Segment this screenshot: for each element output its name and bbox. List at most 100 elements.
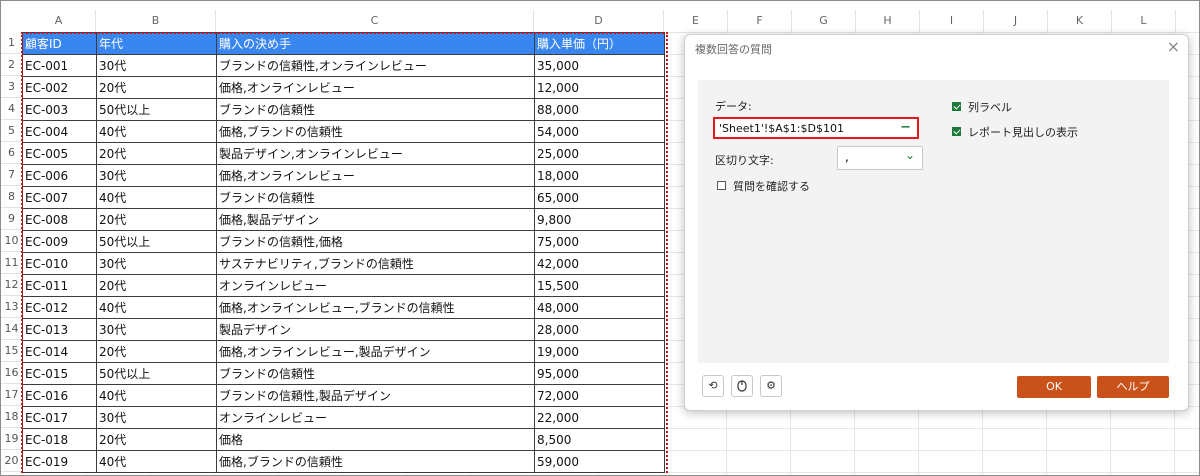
table-cell[interactable]: 20代 [96,274,217,297]
table-cell[interactable]: EC-007 [22,186,97,209]
mouse-icon[interactable] [731,375,753,397]
column-label-checkbox[interactable] [952,102,961,111]
table-cell[interactable]: EC-002 [22,76,97,99]
table-cell[interactable]: EC-015 [22,362,97,385]
help-button[interactable]: ヘルプ [1097,376,1169,398]
table-cell[interactable]: 30代 [96,406,217,429]
table-cell[interactable]: ブランドの信頼性,価格 [216,230,535,253]
table-cell[interactable]: 18,000 [534,164,665,187]
table-cell[interactable]: 40代 [96,120,217,143]
separator-select[interactable]: , ⌄ [837,146,923,170]
row-header-9[interactable]: 9 [1,208,22,230]
table-cell[interactable]: 価格,ブランドの信頼性 [216,120,535,143]
table-cell[interactable]: サステナビリティ,ブランドの信頼性 [216,252,535,275]
table-cell[interactable]: 20代 [96,142,217,165]
row-header-6[interactable]: 6 [1,142,22,164]
table-cell[interactable]: EC-010 [22,252,97,275]
table-cell[interactable]: オンラインレビュー [216,274,535,297]
header-cell[interactable]: 顧客ID [22,32,97,55]
table-cell[interactable]: EC-008 [22,208,97,231]
column-header-d[interactable]: D [534,10,664,32]
column-header-f[interactable]: F [728,10,792,32]
column-header-h[interactable]: H [856,10,920,32]
table-cell[interactable]: ブランドの信頼性,オンラインレビュー [216,54,535,77]
table-cell[interactable]: EC-016 [22,384,97,407]
table-cell[interactable]: EC-013 [22,318,97,341]
table-cell[interactable]: 19,000 [534,340,665,363]
table-cell[interactable]: 48,000 [534,296,665,319]
row-header-3[interactable]: 3 [1,76,22,98]
row-header-8[interactable]: 8 [1,186,22,208]
table-cell[interactable]: 40代 [96,384,217,407]
table-cell[interactable]: 30代 [96,54,217,77]
row-header-1[interactable]: 1 [1,32,22,54]
table-cell[interactable]: 価格,オンラインレビュー [216,164,535,187]
table-cell[interactable]: 54,000 [534,120,665,143]
report-header-checkbox[interactable] [952,127,961,136]
row-header-16[interactable]: 16 [1,362,22,384]
row-header-4[interactable]: 4 [1,98,22,120]
table-cell[interactable]: 15,500 [534,274,665,297]
table-cell[interactable]: EC-012 [22,296,97,319]
row-header-19[interactable]: 19 [1,428,22,450]
table-cell[interactable]: EC-019 [22,450,97,473]
table-cell[interactable]: 9,800 [534,208,665,231]
table-cell[interactable]: EC-009 [22,230,97,253]
data-range-input[interactable] [719,122,899,135]
table-cell[interactable]: 価格,オンラインレビュー,製品デザイン [216,340,535,363]
column-header-a[interactable]: A [22,10,96,32]
table-cell[interactable]: EC-017 [22,406,97,429]
table-cell[interactable]: 製品デザイン [216,318,535,341]
table-cell[interactable]: 50代以上 [96,230,217,253]
table-cell[interactable]: EC-001 [22,54,97,77]
table-cell[interactable]: 製品デザイン,オンラインレビュー [216,142,535,165]
table-cell[interactable]: 65,000 [534,186,665,209]
table-cell[interactable]: EC-006 [22,164,97,187]
table-cell[interactable]: EC-011 [22,274,97,297]
column-header-l[interactable]: L [1112,10,1176,32]
table-cell[interactable]: 22,000 [534,406,665,429]
gear-icon[interactable]: ⚙ [760,375,782,397]
table-cell[interactable]: 35,000 [534,54,665,77]
header-cell[interactable]: 購入の決め手 [216,32,535,55]
row-header-5[interactable]: 5 [1,120,22,142]
column-header-i[interactable]: I [920,10,984,32]
table-cell[interactable]: 42,000 [534,252,665,275]
table-cell[interactable]: EC-005 [22,142,97,165]
row-header-17[interactable]: 17 [1,384,22,406]
table-cell[interactable]: 30代 [96,252,217,275]
table-cell[interactable]: 72,000 [534,384,665,407]
confirm-question-checkbox[interactable] [717,181,726,190]
row-header-11[interactable]: 11 [1,252,22,274]
table-cell[interactable]: 30代 [96,164,217,187]
table-cell[interactable]: ブランドの信頼性,製品デザイン [216,384,535,407]
table-cell[interactable]: 20代 [96,76,217,99]
table-cell[interactable]: EC-004 [22,120,97,143]
header-cell[interactable]: 年代 [96,32,217,55]
table-cell[interactable]: 8,500 [534,428,665,451]
table-cell[interactable]: 20代 [96,428,217,451]
collapse-icon[interactable]: − [900,120,911,135]
table-cell[interactable]: 28,000 [534,318,665,341]
table-cell[interactable]: 75,000 [534,230,665,253]
table-cell[interactable]: 価格,製品デザイン [216,208,535,231]
table-cell[interactable]: 20代 [96,208,217,231]
row-header-20[interactable]: 20 [1,450,22,472]
table-cell[interactable]: 40代 [96,450,217,473]
table-cell[interactable]: EC-018 [22,428,97,451]
table-cell[interactable]: 12,000 [534,76,665,99]
row-header-18[interactable]: 18 [1,406,22,428]
column-header-e[interactable]: E [664,10,728,32]
row-header-13[interactable]: 13 [1,296,22,318]
column-header-j[interactable]: J [984,10,1048,32]
table-cell[interactable]: 30代 [96,318,217,341]
table-cell[interactable]: 価格,オンラインレビュー,ブランドの信頼性 [216,296,535,319]
table-cell[interactable]: 25,000 [534,142,665,165]
table-cell[interactable]: EC-003 [22,98,97,121]
reset-icon[interactable]: ⟲ [702,375,724,397]
column-header-k[interactable]: K [1048,10,1112,32]
table-cell[interactable]: 59,000 [534,450,665,473]
row-header-2[interactable]: 2 [1,54,22,76]
table-cell[interactable]: 価格,オンラインレビュー [216,76,535,99]
table-cell[interactable]: 20代 [96,340,217,363]
